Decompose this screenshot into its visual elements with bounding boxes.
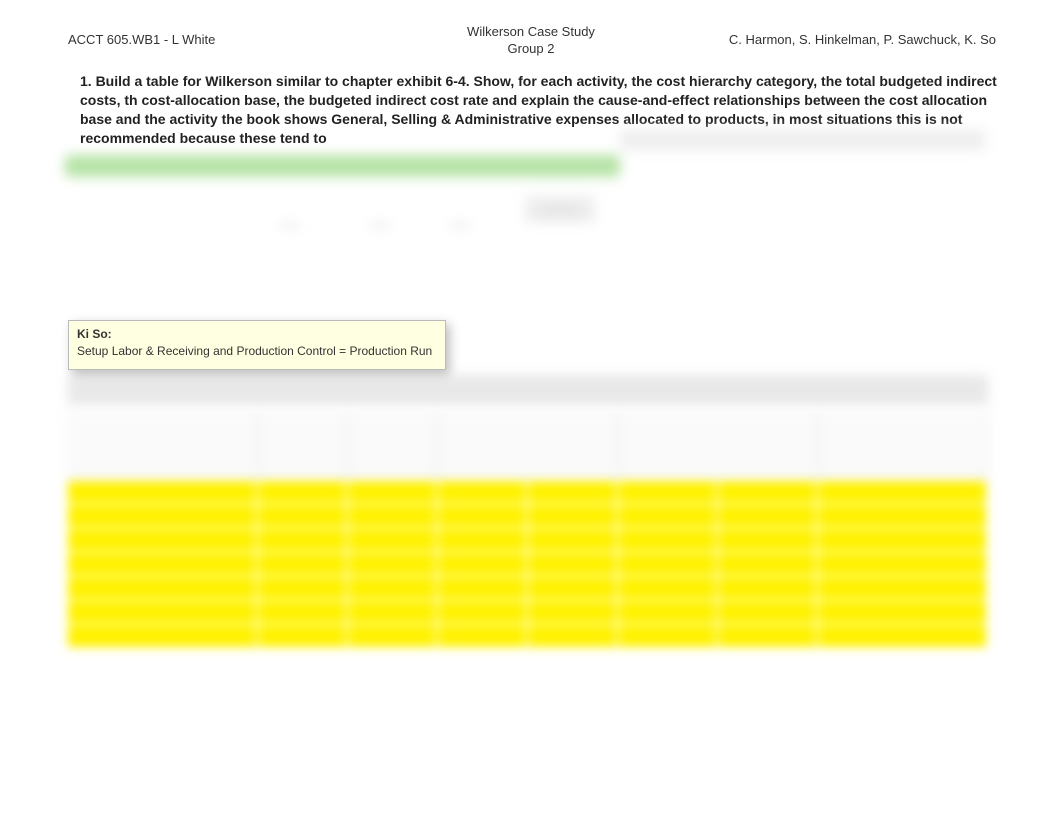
table-row [68, 529, 988, 553]
comment-author: Ki So: [77, 327, 437, 341]
table-row [68, 505, 988, 529]
blurred-label-3: —— [450, 220, 470, 231]
table-subheader-row [68, 411, 988, 481]
table-row [68, 553, 988, 577]
yellow-data-rows [68, 481, 988, 649]
blurred-label-1: —— [280, 220, 300, 231]
blurred-label-2: —— [370, 220, 390, 231]
page-header: ACCT 605.WB1 - L White Wilkerson Case St… [0, 24, 1062, 64]
table-row [68, 601, 988, 625]
table-row [68, 481, 988, 505]
table-row [68, 577, 988, 601]
blurred-gray-block [620, 130, 985, 150]
table-header-row [68, 375, 988, 405]
comment-note: Ki So: Setup Labor & Receiving and Produ… [68, 320, 446, 370]
authors: C. Harmon, S. Hinkelman, P. Sawchuck, K.… [729, 32, 996, 47]
blurred-green-highlight [65, 155, 620, 177]
blurred-label-4: ———— [525, 196, 595, 223]
table-row [68, 625, 988, 649]
data-table [68, 375, 988, 649]
comment-text: Setup Labor & Receiving and Production C… [77, 343, 437, 359]
